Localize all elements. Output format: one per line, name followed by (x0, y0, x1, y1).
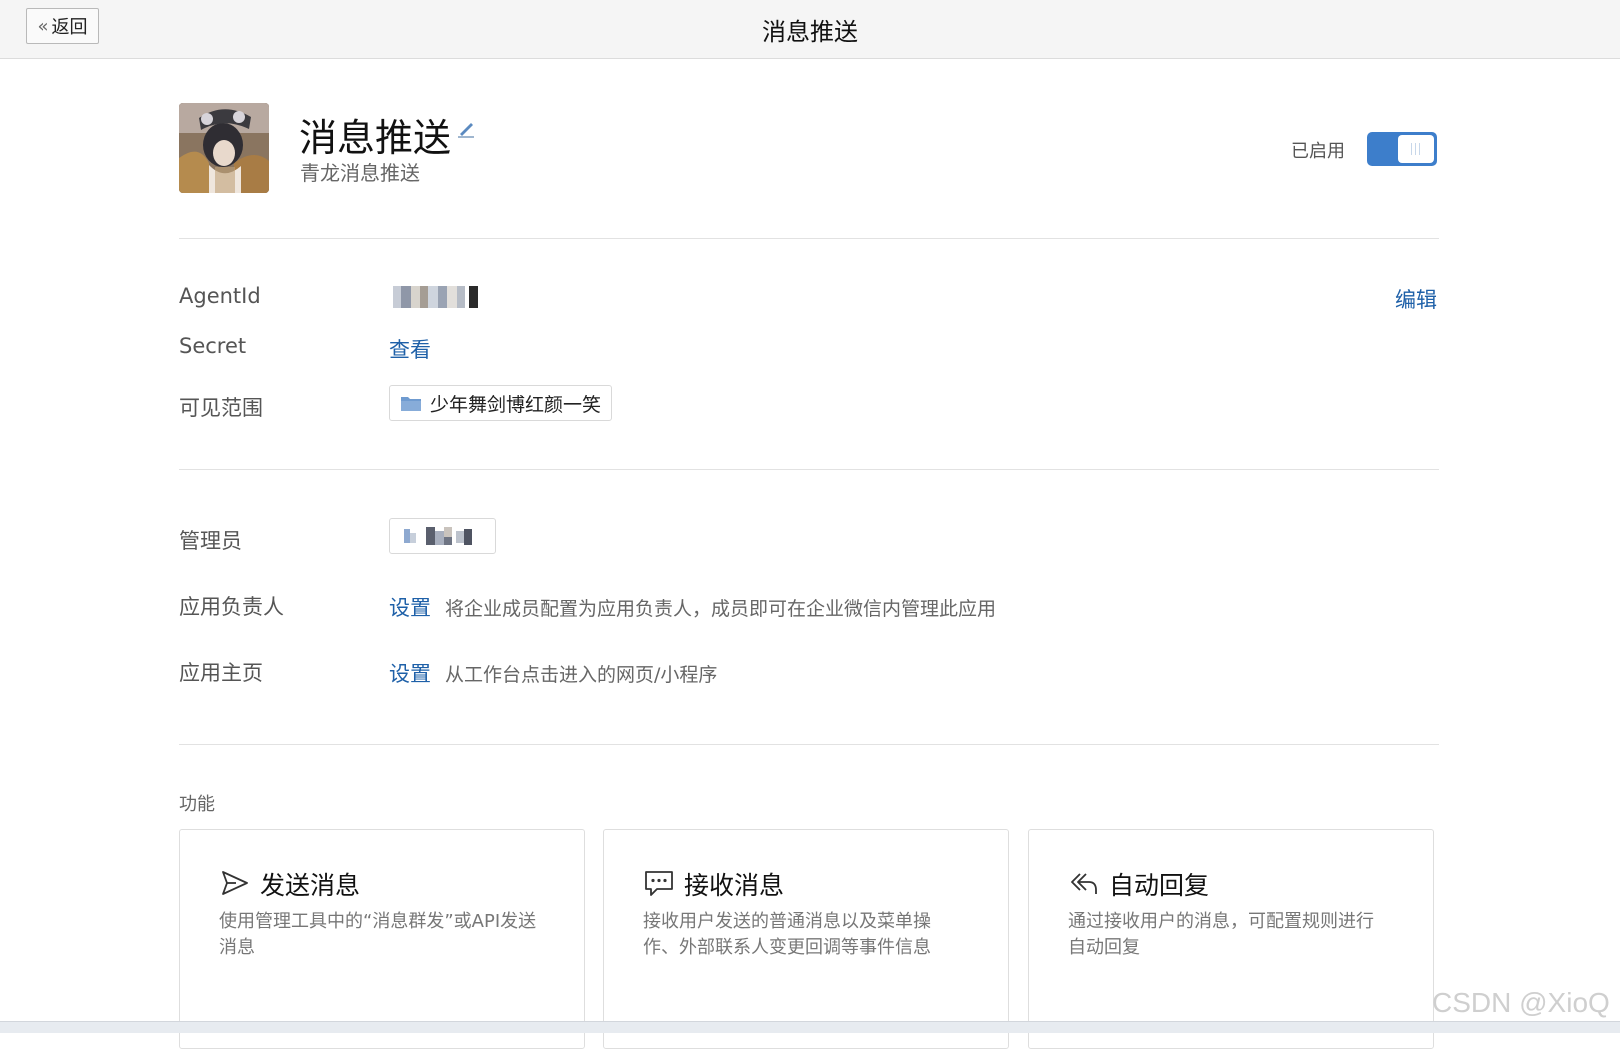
divider (179, 238, 1439, 239)
avatar-image (179, 103, 269, 193)
watermark: CSDN @XioQ (1432, 987, 1610, 1018)
top-bar: « 返回 消息推送 (0, 0, 1620, 59)
agentid-value-redacted (393, 286, 478, 308)
app-owner-row: 设置 将企业成员配置为应用负责人，成员即可在企业微信内管理此应用 (389, 592, 996, 622)
owner-setting-link[interactable]: 设置 (389, 596, 431, 620)
feature-card-title: 接收消息 (684, 871, 785, 900)
feature-card-send-message[interactable]: 发送消息 使用管理工具中的“消息群发”或API发送消息 (179, 829, 585, 1049)
feature-card-desc: 使用管理工具中的“消息群发”或API发送消息 (219, 911, 537, 958)
feature-card-title: 发送消息 (260, 871, 361, 900)
window-bottom-bar (0, 1021, 1620, 1033)
enable-toggle[interactable] (1367, 132, 1437, 166)
visibility-label: 可见范围 (179, 396, 263, 420)
agentid-label: AgentId (179, 284, 261, 308)
folder-icon (401, 397, 421, 411)
admin-avatar-redacted (404, 527, 472, 545)
app-header: 消息推送 青龙消息推送 已启用 (179, 103, 1439, 195)
page-title: 消息推送 (762, 18, 858, 46)
app-name: 消息推送 (299, 116, 452, 160)
feature-card-desc: 接收用户发送的普通消息以及菜单操作、外部联系人变更回调等事件信息 (643, 911, 931, 958)
divider (179, 744, 1439, 745)
toggle-knob (1398, 135, 1434, 163)
app-homepage-row: 设置 从工作台点击进入的网页/小程序 (389, 658, 717, 688)
secret-label: Secret (179, 334, 247, 358)
admin-chip[interactable] (389, 518, 496, 554)
edit-link[interactable]: 编辑 (1395, 284, 1437, 314)
visibility-chip[interactable]: 少年舞剑博红颜一笑 (389, 385, 613, 421)
features-section-title: 功能 (179, 794, 215, 815)
enabled-status-label: 已启用 (1291, 141, 1345, 162)
app-description: 青龙消息推送 (300, 161, 420, 185)
app-owner-label: 应用负责人 (179, 595, 284, 619)
send-icon (222, 871, 248, 895)
view-secret-link[interactable]: 查看 (389, 334, 431, 364)
visibility-value: 少年舞剑博红颜一笑 (430, 393, 602, 416)
feature-card-auto-reply[interactable]: 自动回复 通过接收用户的消息，可配置规则进行自动回复 (1028, 829, 1434, 1049)
app-avatar[interactable] (179, 103, 269, 193)
admin-label: 管理员 (179, 529, 242, 553)
owner-hint: 将企业成员配置为应用负责人，成员即可在企业微信内管理此应用 (445, 598, 997, 620)
app-homepage-label: 应用主页 (179, 661, 263, 685)
divider (179, 469, 1439, 470)
reply-icon (1071, 873, 1097, 894)
feature-card-receive-message[interactable]: 接收消息 接收用户发送的普通消息以及菜单操作、外部联系人变更回调等事件信息 (603, 829, 1009, 1049)
feature-card-desc: 通过接收用户的消息，可配置规则进行自动回复 (1068, 911, 1374, 958)
chat-bubble-icon (645, 871, 673, 896)
homepage-hint: 从工作台点击进入的网页/小程序 (445, 664, 718, 686)
feature-card-title: 自动回复 (1109, 871, 1210, 900)
homepage-setting-link[interactable]: 设置 (389, 662, 431, 686)
edit-pencil-icon[interactable] (454, 117, 478, 141)
